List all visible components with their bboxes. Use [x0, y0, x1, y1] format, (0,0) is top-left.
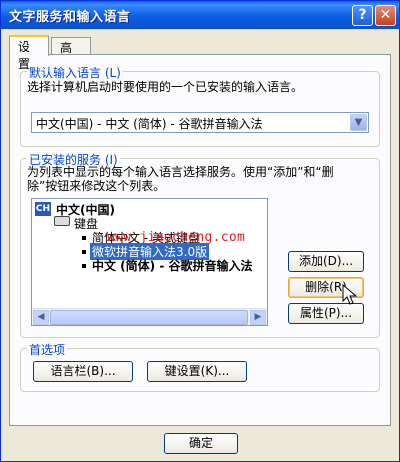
bullet-icon	[82, 236, 86, 240]
preferences-legend: 首选项	[27, 341, 68, 358]
key-settings-button[interactable]: 键设置(K)...	[147, 361, 247, 382]
bullet-icon	[82, 264, 86, 268]
bullet-icon	[82, 250, 86, 254]
scroll-left-icon[interactable]: ◀	[33, 310, 49, 325]
preferences-group: 首选项 语言栏(B)... 键设置(K)...	[20, 341, 380, 392]
keyboard-icon	[54, 216, 70, 226]
installed-services-group: 已安装的服务 (I) 为列表中显示的每个输入语言选择服务。使用“添加”和“删 除…	[20, 151, 380, 338]
language-bar-button[interactable]: 语言栏(B)...	[33, 361, 133, 382]
language-icon: CH	[35, 202, 51, 216]
installed-services-description-1: 为列表中显示的每个输入语言选择服务。使用“添加”和“删	[27, 165, 334, 179]
watermark-text: www.jiaocheng.com	[107, 230, 246, 245]
help-button[interactable]: ?	[352, 5, 373, 26]
dialog-window: 文字服务和输入语言 ? ✕ 设置 高级 默认输入语言 (L) 选择计算机启动时要…	[0, 0, 400, 462]
scrollbar-thumb[interactable]	[50, 310, 248, 325]
default-language-group: 默认输入语言 (L) 选择计算机启动时要使用的一个已安装的输入语言。 中文(中国…	[20, 64, 380, 147]
close-button[interactable]: ✕	[375, 5, 396, 26]
properties-button[interactable]: 属性(P)...	[288, 303, 364, 324]
horizontal-scrollbar[interactable]: ◀ ▶	[32, 308, 267, 325]
mouse-cursor-icon	[342, 284, 358, 305]
ok-button[interactable]: 确定	[164, 433, 238, 454]
tab-settings[interactable]: 设置	[9, 35, 49, 71]
scroll-right-icon[interactable]: ▶	[250, 310, 266, 325]
window-title: 文字服务和输入语言	[9, 10, 131, 25]
services-tree[interactable]: CH 中文(中国) 键盘 简体中文 - 美式键盘 微软拼音输入法3.0版 中文 …	[31, 198, 268, 326]
title-bar[interactable]: 文字服务和输入语言 ? ✕	[1, 1, 399, 29]
add-button[interactable]: 添加(D)...	[288, 251, 364, 272]
default-language-select[interactable]: 中文(中国) - 中文 (简体) - 谷歌拼音输入法 ▼	[31, 112, 369, 133]
tab-advanced[interactable]: 高级	[51, 37, 91, 72]
default-language-legend: 默认输入语言 (L)	[27, 64, 123, 81]
default-language-description: 选择计算机启动时要使用的一个已安装的输入语言。	[27, 80, 304, 94]
tree-item-service-3[interactable]: 中文 (简体) - 谷歌拼音输入法	[92, 257, 252, 274]
installed-services-description-2: 除”按钮来修改这个列表。	[27, 179, 166, 193]
default-language-value: 中文(中国) - 中文 (简体) - 谷歌拼音输入法	[36, 117, 263, 131]
chevron-down-icon[interactable]: ▼	[350, 114, 367, 131]
